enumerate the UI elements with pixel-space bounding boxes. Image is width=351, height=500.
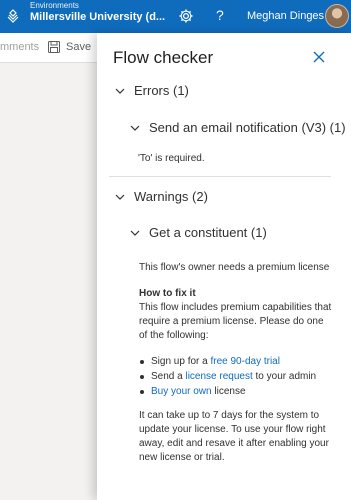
save-button[interactable]: Save bbox=[66, 41, 91, 53]
chevron-down-icon bbox=[130, 125, 140, 131]
error-item-header[interactable]: Send an email notification (V3) (1) bbox=[130, 120, 346, 135]
option-text: license bbox=[211, 386, 246, 397]
error-item-label: Send an email notification (V3) (1) bbox=[149, 120, 346, 135]
comments-button[interactable]: mments bbox=[0, 41, 39, 53]
warnings-label: Warnings (2) bbox=[134, 189, 208, 204]
flow-checker-panel: Flow checker Errors (1) Send an email no… bbox=[97, 33, 351, 500]
gear-icon[interactable] bbox=[178, 8, 194, 24]
user-name[interactable]: Meghan Dinges bbox=[247, 10, 324, 22]
save-icon[interactable] bbox=[48, 41, 60, 53]
chevron-down-icon bbox=[130, 230, 140, 236]
errors-section-header[interactable]: Errors (1) bbox=[115, 83, 189, 98]
fix-intro: This flow includes premium capabilities … bbox=[139, 302, 332, 341]
environment-name: Millersville University (d... bbox=[30, 11, 166, 23]
errors-label: Errors (1) bbox=[134, 83, 189, 98]
environment-label: Environments bbox=[30, 1, 79, 10]
license-footer-note: It can take up to 7 days for the system … bbox=[139, 410, 329, 463]
bullet bbox=[140, 360, 144, 364]
top-header-bar: Environments Millersville University (d.… bbox=[0, 0, 351, 33]
chevron-down-icon bbox=[115, 88, 125, 94]
warnings-section-header[interactable]: Warnings (2) bbox=[115, 189, 208, 204]
list-item: Buy your own license bbox=[139, 385, 334, 399]
buy-license-link[interactable]: Buy your own bbox=[151, 386, 212, 397]
list-item: Sign up for a free 90-day trial bbox=[139, 355, 334, 369]
license-request-link[interactable]: license request bbox=[185, 371, 252, 382]
warning-item-label: Get a constituent (1) bbox=[149, 225, 267, 240]
option-text: Send a bbox=[151, 371, 186, 382]
option-text: to your admin bbox=[252, 371, 317, 382]
divider bbox=[109, 176, 331, 177]
warning-item-header[interactable]: Get a constituent (1) bbox=[130, 225, 267, 240]
list-item: Send a license request to your admin bbox=[139, 370, 334, 384]
fix-title: How to fix it bbox=[139, 288, 196, 299]
close-icon[interactable] bbox=[313, 51, 325, 63]
option-text: Sign up for a bbox=[151, 356, 211, 367]
bullet bbox=[140, 375, 144, 379]
error-message: 'To' is required. bbox=[138, 153, 205, 164]
bullet bbox=[140, 390, 144, 394]
chevron-down-icon bbox=[115, 194, 125, 200]
environment-selector[interactable]: Environments Millersville University (d.… bbox=[30, 2, 165, 23]
environment-icon[interactable] bbox=[6, 9, 20, 23]
fix-options-list: Sign up for a free 90-day trial Send a l… bbox=[139, 355, 334, 399]
help-icon[interactable]: ? bbox=[216, 7, 224, 23]
free-trial-link[interactable]: free 90-day trial bbox=[210, 356, 279, 367]
warning-message: This flow's owner needs a premium licens… bbox=[139, 262, 330, 273]
warning-details: This flow's owner needs a premium licens… bbox=[139, 261, 334, 477]
avatar[interactable] bbox=[325, 4, 349, 28]
panel-title: Flow checker bbox=[113, 48, 214, 67]
